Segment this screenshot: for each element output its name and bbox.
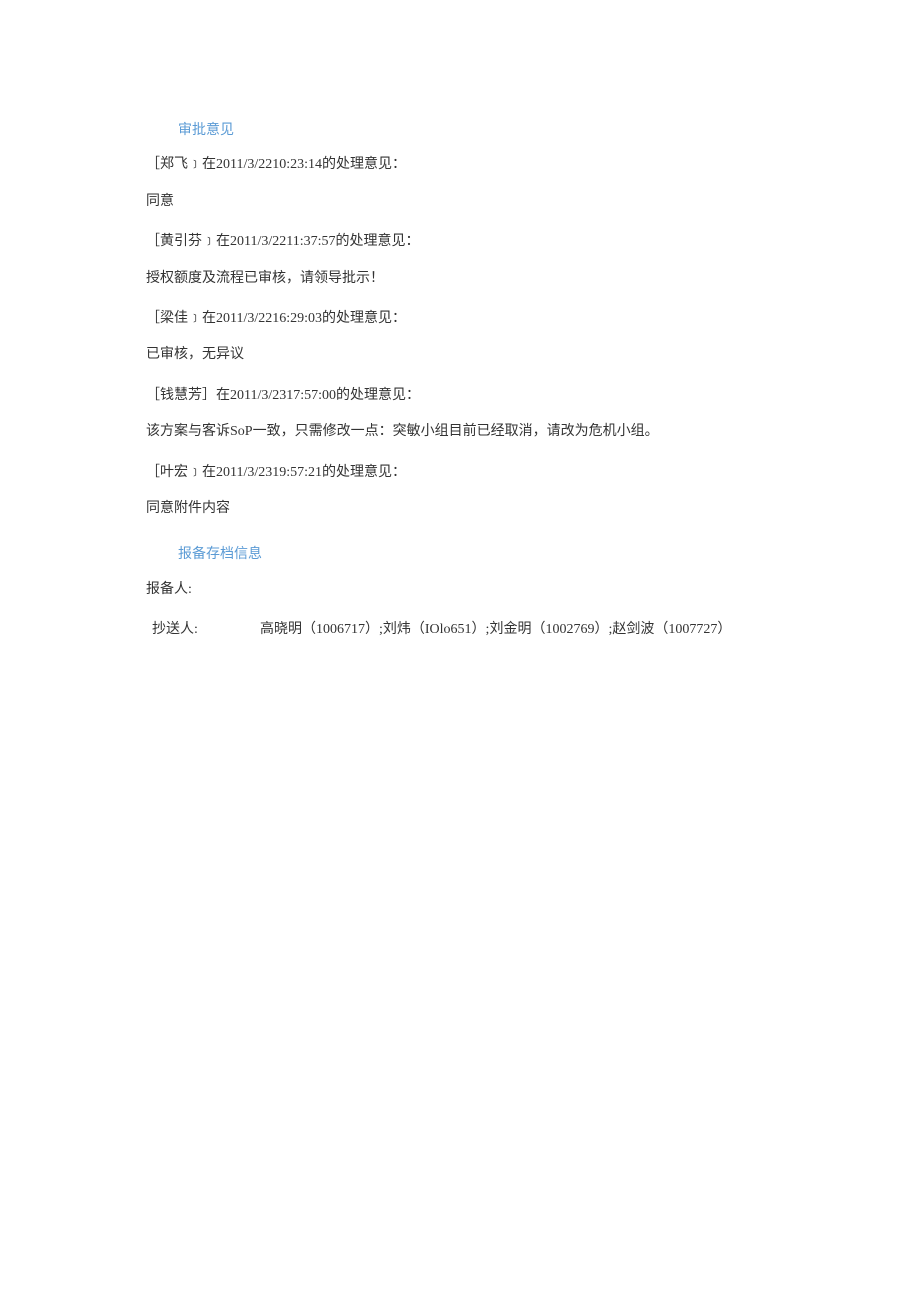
opinion-block-2: ［梁佳﹞在2011/3/2216:29:03的处理意见： 已审核，无异议 (150, 308, 770, 367)
approval-section: 审批意见 ［郑飞﹞在2011/3/2210:23:14的处理意见： 同意 ［黄引… (150, 120, 770, 520)
opinion-block-1: ［黄引芬﹞在2011/3/2211:37:57的处理意见： 授权额度及流程已审核… (150, 231, 770, 290)
opinion-content: 同意附件内容 (146, 498, 770, 520)
archive-heading: 报备存档信息 (178, 544, 770, 566)
cc-label: 抄送人: (152, 619, 260, 641)
cc-line: 抄送人: 高晓明（1006717）;刘炜（IOlo651）;刘金明（100276… (152, 619, 770, 641)
opinion-header: ［黄引芬﹞在2011/3/2211:37:57的处理意见： (146, 231, 770, 253)
opinion-content: 该方案与客诉SoP一致，只需修改一点：突敏小组目前已经取消，请改为危机小组。 (146, 421, 770, 443)
opinion-block-4: ［叶宏﹞在2011/3/2319:57:21的处理意见： 同意附件内容 (150, 462, 770, 521)
opinion-header: ［钱慧芳］在2011/3/2317:57:00的处理意见： (146, 385, 770, 407)
opinion-header: ［郑飞﹞在2011/3/2210:23:14的处理意见： (146, 154, 770, 176)
opinion-content: 已审核，无异议 (146, 344, 770, 366)
approval-heading: 审批意见 (178, 120, 770, 142)
cc-value: 高晓明（1006717）;刘炜（IOlo651）;刘金明（1002769）;赵剑… (260, 619, 770, 641)
opinion-content: 授权额度及流程已审核，请领导批示！ (146, 268, 770, 290)
reporter-line: 报备人: (146, 579, 770, 601)
archive-section: 报备存档信息 报备人: 抄送人: 高晓明（1006717）;刘炜（IOlo651… (150, 544, 770, 641)
opinion-header: ［梁佳﹞在2011/3/2216:29:03的处理意见： (146, 308, 770, 330)
opinion-content: 同意 (146, 191, 770, 213)
opinion-block-3: ［钱慧芳］在2011/3/2317:57:00的处理意见： 该方案与客诉SoP一… (150, 385, 770, 444)
opinion-header: ［叶宏﹞在2011/3/2319:57:21的处理意见： (146, 462, 770, 484)
opinion-block-0: ［郑飞﹞在2011/3/2210:23:14的处理意见： 同意 (150, 154, 770, 213)
